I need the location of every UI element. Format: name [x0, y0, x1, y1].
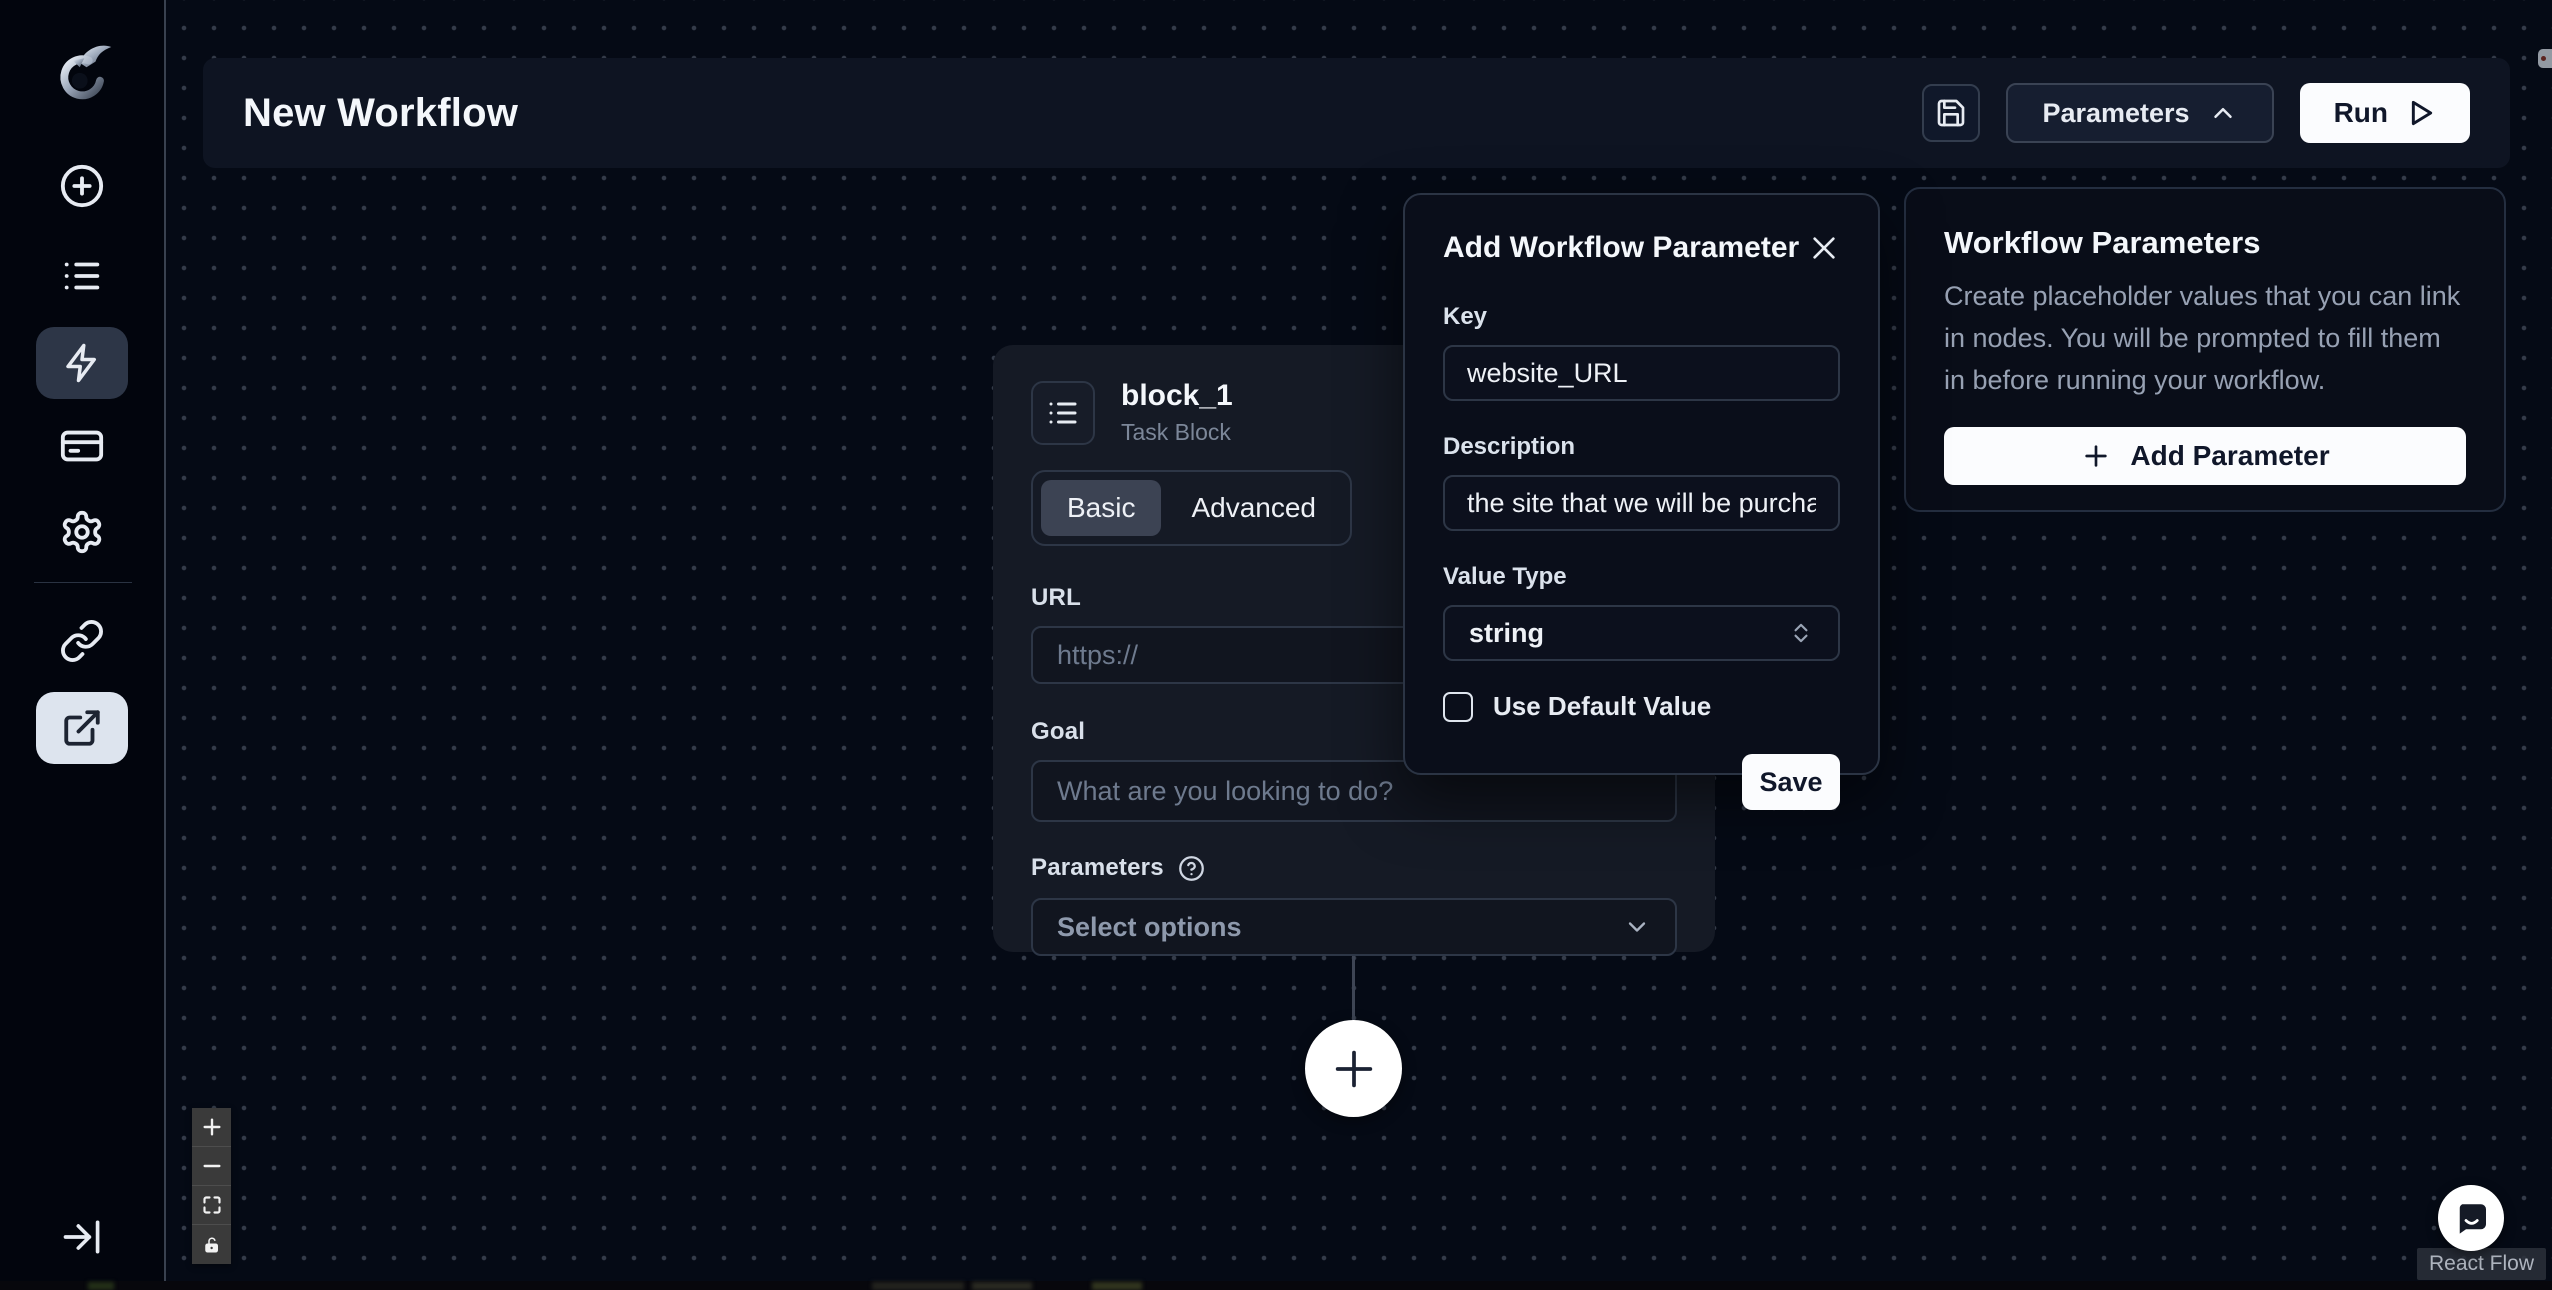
task-block-icon-box: [1031, 381, 1095, 445]
node-edge: [1352, 952, 1355, 1024]
workflow-parameters-panel: Workflow Parameters Create placeholder v…: [1904, 187, 2506, 512]
add-parameter-label: Add Parameter: [2130, 440, 2329, 472]
sidebar-item-settings[interactable]: [59, 509, 105, 555]
modal-save-button[interactable]: Save: [1742, 754, 1840, 810]
node-parameters-label: Parameters: [1031, 854, 1164, 882]
sidebar-item-create[interactable]: [59, 163, 105, 209]
zoom-in-button[interactable]: [192, 1108, 231, 1147]
add-parameter-button[interactable]: Add Parameter: [1944, 427, 2466, 485]
fit-view-button[interactable]: [192, 1186, 231, 1225]
node-tabs: Basic Advanced: [1031, 470, 1352, 546]
tab-advanced[interactable]: Advanced: [1165, 480, 1342, 536]
lightning-icon: [61, 342, 103, 384]
value-type-select[interactable]: string: [1443, 605, 1840, 661]
external-link-icon: [61, 707, 103, 749]
minus-icon: [201, 1155, 223, 1177]
run-button-label: Run: [2334, 97, 2388, 129]
parameters-select-placeholder: Select options: [1057, 912, 1242, 943]
dragon-icon: [46, 36, 118, 112]
sidebar-item-billing[interactable]: [59, 423, 105, 469]
chevron-down-icon: [1623, 913, 1651, 941]
value-type-value: string: [1469, 618, 1544, 649]
panel-title: Workflow Parameters: [1944, 225, 2466, 261]
plus-circle-icon: [59, 163, 105, 209]
fit-view-icon: [202, 1195, 222, 1215]
sidebar-item-workflows[interactable]: [36, 327, 128, 399]
plus-icon: [1326, 1041, 1382, 1097]
page-title: New Workflow: [243, 91, 518, 136]
sidebar-item-integrations[interactable]: [59, 618, 105, 664]
close-icon[interactable]: [1808, 232, 1840, 264]
modal-title: Add Workflow Parameter: [1443, 231, 1799, 265]
save-workflow-button[interactable]: [1922, 84, 1980, 142]
lock-toggle-button[interactable]: [192, 1225, 231, 1264]
parameters-button-label: Parameters: [2042, 98, 2189, 129]
bullet-list-icon: [1045, 395, 1081, 431]
react-flow-attribution[interactable]: React Flow: [2417, 1248, 2546, 1280]
expand-sidebar-button[interactable]: [60, 1215, 104, 1259]
parameters-multiselect[interactable]: Select options: [1031, 898, 1677, 956]
panel-description: Create placeholder values that you can l…: [1944, 275, 2466, 401]
sidebar-divider: [34, 582, 132, 583]
add-workflow-parameter-modal: Add Workflow Parameter Key Description V…: [1403, 193, 1880, 775]
support-chat-button[interactable]: [2438, 1185, 2504, 1251]
sidebar-item-runs[interactable]: [59, 253, 105, 299]
link-icon: [59, 618, 105, 664]
plus-icon: [2080, 440, 2112, 472]
canvas-controls: [192, 1108, 231, 1264]
use-default-checkbox[interactable]: [1443, 692, 1473, 722]
chat-bubble-icon: [2451, 1198, 2491, 1238]
add-node-button[interactable]: [1305, 1020, 1402, 1117]
list-icon: [59, 253, 105, 299]
node-subtitle: Task Block: [1121, 419, 1233, 446]
value-type-label: Value Type: [1443, 563, 1840, 591]
description-input[interactable]: [1443, 475, 1840, 531]
tab-basic[interactable]: Basic: [1041, 480, 1161, 536]
parameters-toggle-button[interactable]: Parameters: [2006, 83, 2273, 143]
node-title: block_1: [1121, 379, 1233, 413]
workflow-header: New Workflow Parameters Run: [203, 58, 2510, 168]
use-default-label: Use Default Value: [1493, 691, 1711, 722]
play-icon: [2404, 97, 2436, 129]
description-label: Description: [1443, 433, 1840, 461]
run-workflow-button[interactable]: Run: [2300, 83, 2470, 143]
unlock-icon: [203, 1236, 221, 1254]
sidebar: [0, 0, 166, 1290]
browser-edge-tab[interactable]: [2538, 49, 2552, 68]
arrow-to-bar-icon: [60, 1215, 104, 1259]
plus-icon: [201, 1116, 223, 1138]
skyvern-dragon-logo[interactable]: [46, 36, 118, 112]
help-circle-icon[interactable]: [1178, 855, 1205, 882]
zoom-out-button[interactable]: [192, 1147, 231, 1186]
credit-card-icon: [59, 423, 105, 469]
dock-sliver: [0, 1281, 2552, 1290]
key-input[interactable]: [1443, 345, 1840, 401]
floppy-disk-icon: [1935, 97, 1967, 129]
sidebar-item-share[interactable]: [36, 692, 128, 764]
key-label: Key: [1443, 303, 1840, 331]
chevron-up-icon: [2208, 98, 2238, 128]
selector-chevrons-icon: [1788, 620, 1814, 646]
gear-icon: [59, 509, 105, 555]
